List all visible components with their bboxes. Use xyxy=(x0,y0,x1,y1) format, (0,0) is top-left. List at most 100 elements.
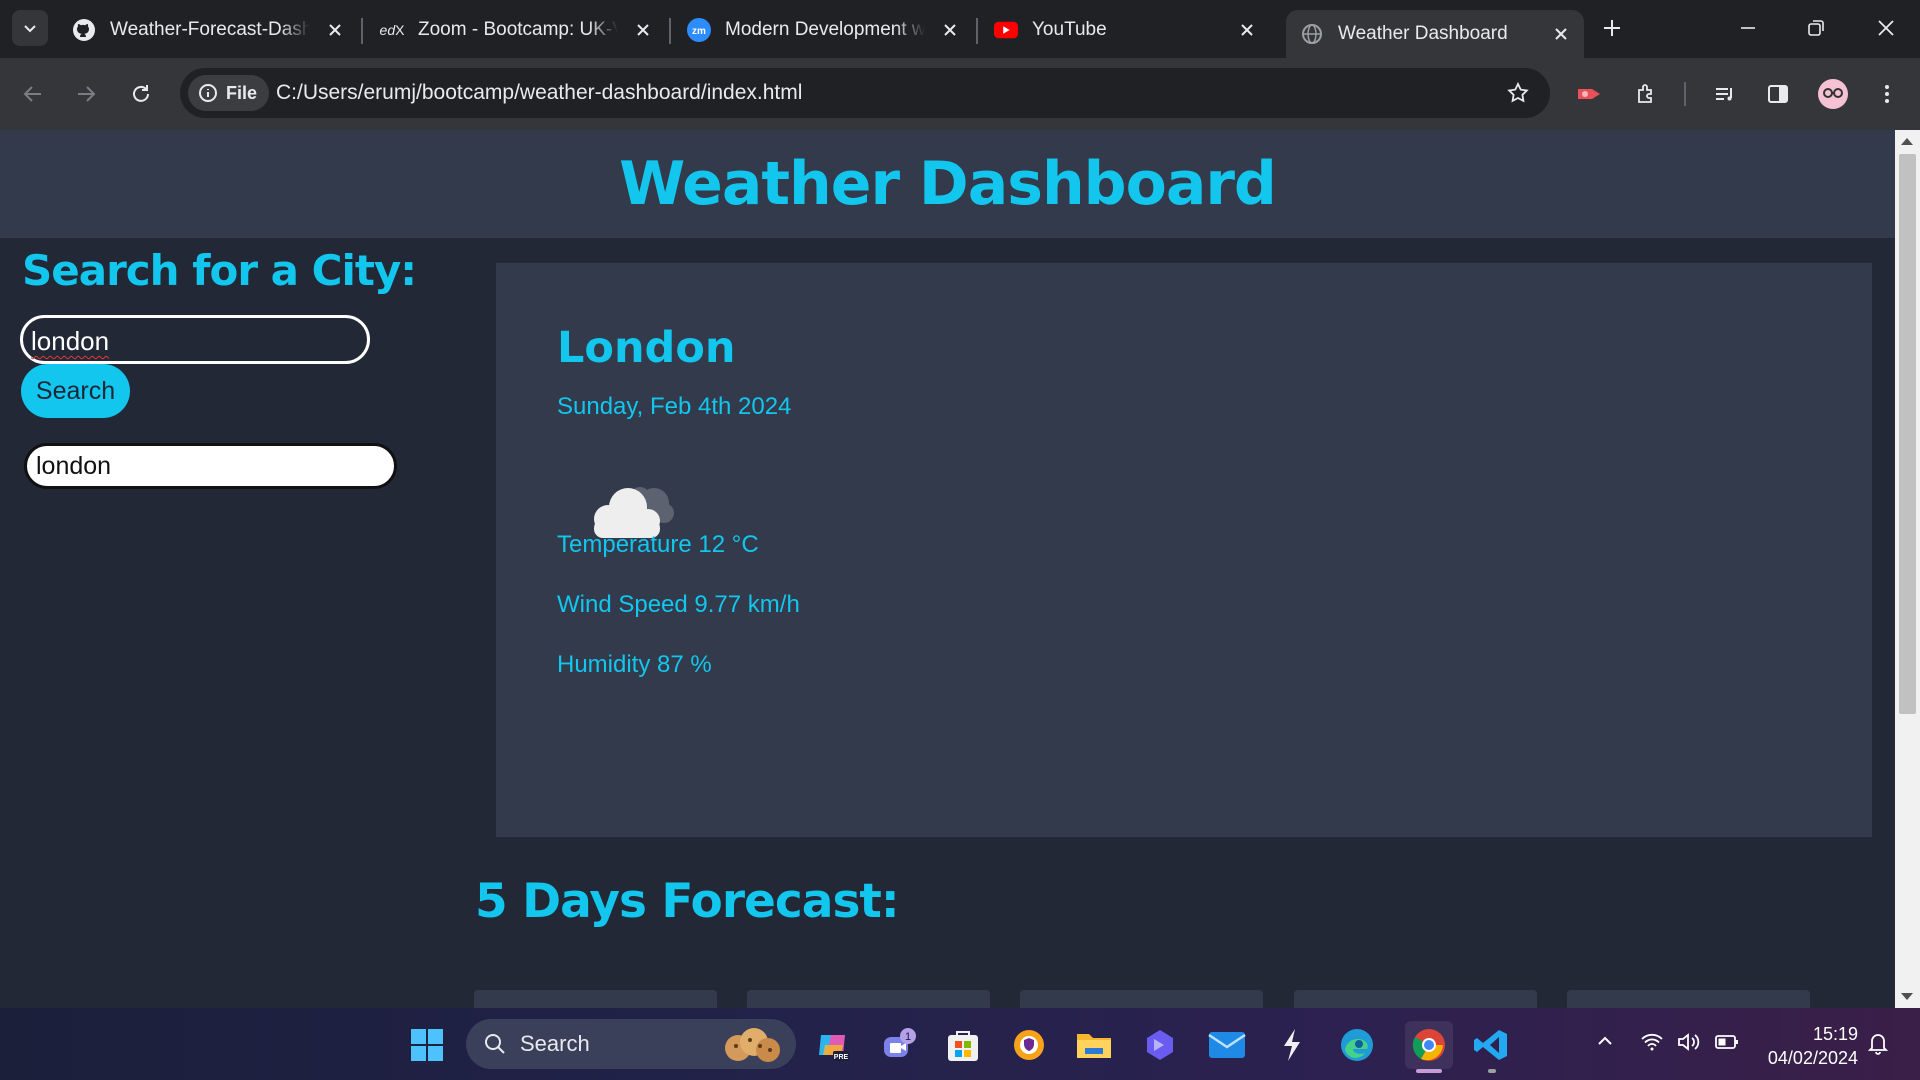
github-icon xyxy=(72,18,96,42)
city-name: London xyxy=(557,323,736,373)
battery-icon[interactable] xyxy=(1714,1030,1740,1054)
scroll-down-arrow[interactable] xyxy=(1901,993,1913,1000)
taskbar-terminal-app[interactable] xyxy=(1273,1026,1311,1064)
automate-icon xyxy=(1147,1030,1173,1060)
close-icon[interactable] xyxy=(1550,23,1572,45)
tab-separator xyxy=(361,18,363,44)
taskbar-chrome-app[interactable] xyxy=(1405,1021,1453,1069)
system-clock[interactable]: 15:19 04/02/2024 xyxy=(1762,1022,1858,1070)
close-icon[interactable] xyxy=(632,19,654,41)
tab-title: Modern Development wi xyxy=(725,19,925,40)
extensions-button[interactable] xyxy=(1631,79,1661,109)
chevron-up-icon[interactable] xyxy=(1594,1030,1616,1052)
taskbar-search[interactable]: Search xyxy=(466,1019,796,1069)
tab-weather-dashboard[interactable]: Weather Dashboard xyxy=(1286,10,1584,58)
toolbar-divider xyxy=(1684,82,1686,106)
edx-icon: ed X xyxy=(379,22,405,38)
page-header: Weather Dashboard xyxy=(0,130,1895,238)
reading-list-button[interactable] xyxy=(1710,79,1740,109)
forecast-card xyxy=(1020,990,1263,1008)
clock-date: 04/02/2024 xyxy=(1767,1048,1858,1068)
scroll-up-arrow[interactable] xyxy=(1901,138,1913,145)
forecast-card xyxy=(1294,990,1537,1008)
puzzle-icon xyxy=(1638,84,1652,103)
city-search-input[interactable]: london xyxy=(20,315,370,364)
taskbar-search-label: Search xyxy=(520,1031,590,1056)
page-title: Weather Dashboard xyxy=(619,149,1277,219)
menu-button[interactable] xyxy=(1872,79,1902,109)
microsoft-store-icon xyxy=(948,1031,978,1061)
tab-title: YouTube xyxy=(1032,19,1107,40)
vscode-icon xyxy=(1474,1030,1507,1060)
side-panel-button[interactable] xyxy=(1763,79,1793,109)
wifi-icon[interactable] xyxy=(1640,1030,1664,1054)
more-vertical-icon xyxy=(1885,85,1889,103)
minimize-icon[interactable] xyxy=(1736,16,1760,40)
taskbar-file-explorer-app[interactable] xyxy=(1075,1026,1113,1064)
site-info-chip[interactable]: File xyxy=(188,75,270,111)
taskbar-copilot-app[interactable]: PRE xyxy=(814,1026,852,1064)
forecast-heading: 5 Days Forecast: xyxy=(475,874,900,929)
history-item-london[interactable]: london xyxy=(24,443,397,489)
side-panel-icon xyxy=(1768,85,1788,103)
star-icon[interactable] xyxy=(1506,81,1530,105)
windows-taskbar: Search PRE 1 15:19 04/02/2024 xyxy=(0,1008,1920,1080)
chevron-down-icon xyxy=(24,25,36,33)
running-app-indicator xyxy=(1488,1069,1496,1073)
reload-button[interactable] xyxy=(126,79,156,109)
current-date: Sunday, Feb 4th 2024 xyxy=(557,393,792,420)
tab-zoom-bootcamp[interactable]: ed X Zoom - Bootcamp: UK-VI xyxy=(366,6,666,54)
restore-icon[interactable] xyxy=(1804,16,1828,40)
taskbar-power-automate-app[interactable] xyxy=(1141,1026,1179,1064)
close-icon[interactable] xyxy=(324,19,346,41)
browser-tab-strip: Weather-Forecast-Dashb ed X Zoom - Bootca… xyxy=(0,0,1920,58)
profile-button[interactable] xyxy=(1818,79,1848,109)
city-search-value: london xyxy=(31,326,110,356)
taskbar-teams-app[interactable]: 1 xyxy=(879,1026,917,1064)
zoom-icon: zm xyxy=(687,18,711,42)
svg-text:PRE: PRE xyxy=(834,1054,849,1061)
volume-icon[interactable] xyxy=(1676,1030,1702,1054)
forecast-card xyxy=(474,990,717,1008)
tab-github[interactable]: Weather-Forecast-Dashb xyxy=(58,6,358,54)
taskbar-norton-app[interactable] xyxy=(1010,1026,1048,1064)
tab-separator xyxy=(976,18,978,44)
browser-toolbar: File C:/Users/erumj/bootcamp/weather-das… xyxy=(0,58,1920,130)
new-tab-icon[interactable] xyxy=(1600,16,1624,40)
arrow-right-icon xyxy=(78,86,96,102)
close-window-icon[interactable] xyxy=(1874,16,1898,40)
tab-title: Weather Dashboard xyxy=(1338,23,1508,44)
media-queue-icon xyxy=(1716,88,1732,101)
tab-youtube[interactable]: YouTube xyxy=(980,6,1270,54)
taskbar-mail-app[interactable] xyxy=(1208,1026,1246,1064)
close-icon[interactable] xyxy=(939,19,961,41)
lightning-icon xyxy=(1284,1029,1300,1061)
forecast-card xyxy=(747,990,990,1008)
windows-logo-icon xyxy=(411,1029,443,1061)
tab-search-button[interactable] xyxy=(12,10,48,46)
extension-red-button[interactable] xyxy=(1574,79,1604,109)
arrow-left-icon xyxy=(23,86,41,102)
tab-modern-development[interactable]: zm Modern Development wi xyxy=(673,6,973,54)
shield-icon xyxy=(1014,1030,1044,1060)
mail-icon xyxy=(1208,1032,1246,1058)
taskbar-vscode-app[interactable] xyxy=(1472,1026,1510,1064)
notification-bell-icon[interactable] xyxy=(1866,1030,1890,1056)
copilot-icon: PRE xyxy=(819,1035,849,1061)
search-button[interactable]: Search xyxy=(21,364,130,418)
back-button[interactable] xyxy=(18,79,48,109)
forecast-card xyxy=(1567,990,1810,1008)
tab-title: Zoom - Bootcamp: UK-VI xyxy=(418,19,618,40)
close-icon[interactable] xyxy=(1236,19,1258,41)
scroll-thumb[interactable] xyxy=(1899,154,1916,714)
start-button[interactable] xyxy=(408,1026,446,1064)
taskbar-edge-app[interactable] xyxy=(1338,1026,1376,1064)
page-scrollbar[interactable] xyxy=(1895,130,1920,1008)
folder-icon xyxy=(1077,1034,1111,1058)
url-text[interactable]: C:/Users/erumj/bootcamp/weather-dashboar… xyxy=(276,81,802,105)
avatar xyxy=(1818,79,1848,109)
taskbar-store-app[interactable] xyxy=(944,1026,982,1064)
forward-button[interactable] xyxy=(71,79,101,109)
info-icon xyxy=(199,84,217,102)
address-bar[interactable]: File C:/Users/erumj/bootcamp/weather-das… xyxy=(180,68,1550,118)
